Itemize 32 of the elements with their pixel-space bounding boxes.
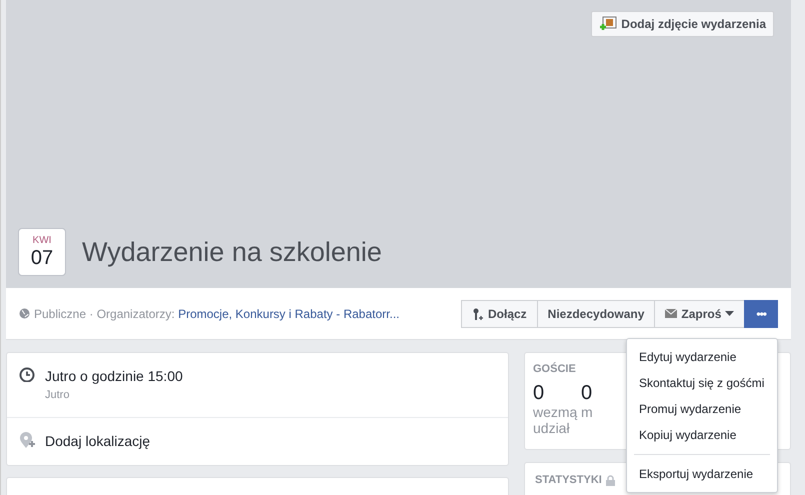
date-month: KWI: [32, 236, 52, 246]
maybe-button[interactable]: Niezdecydowany: [536, 300, 656, 328]
detail-text: Dodaj lokalizację: [45, 432, 150, 451]
menu-item[interactable]: Kopiuj wydarzenie: [627, 422, 777, 448]
detail-text: Jutro o godzinie 15:00: [45, 367, 183, 386]
clock-icon: [19, 366, 35, 382]
add-photo-button[interactable]: Dodaj zdjęcie wydarzenia: [591, 11, 774, 37]
menu-item[interactable]: Edytuj wydarzenie: [627, 344, 777, 370]
menu-item[interactable]: Eksportuj wydarzenie: [627, 461, 777, 487]
lock-icon: [606, 474, 615, 486]
add-photo-icon: [599, 16, 618, 32]
event-meta-text: Publiczne · Organizatorzy: Promocje, Konkursy i Rabaty - Rabatorr...: [34, 306, 400, 322]
guest-count: 0: [533, 382, 546, 404]
menu-item[interactable]: Skontaktuj się z gośćmi: [627, 370, 777, 396]
invite-button[interactable]: Zaproś: [654, 300, 746, 328]
more-button[interactable]: •••: [744, 300, 778, 328]
menu-item[interactable]: Promuj wydarzenie: [627, 396, 777, 422]
detail-subtext: Jutro: [45, 388, 70, 403]
caret-icon: [725, 311, 734, 316]
guest-count: 0: [581, 382, 594, 404]
organizers-link[interactable]: Promocje, Konkursy i Rabaty - Rabatorr...: [178, 306, 400, 320]
guest-count-label: wezmą udział: [533, 404, 578, 438]
join-button[interactable]: Dołącz: [460, 300, 538, 328]
pin-add-icon: [19, 430, 35, 448]
globe-icon: [19, 308, 30, 319]
guests-heading: GOŚCIE: [533, 361, 577, 377]
person-add-icon: [472, 308, 484, 320]
statistics-heading: STATYSTYKI: [535, 473, 602, 488]
event-title: Wydarzenie na szkolenie: [82, 236, 382, 269]
guest-count-label: m: [581, 404, 594, 420]
envelope-icon: [665, 309, 678, 318]
date-day: 07: [30, 248, 54, 268]
